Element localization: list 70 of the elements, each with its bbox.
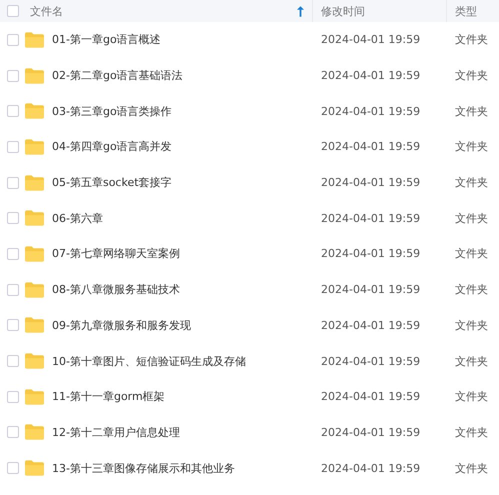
file-type: 文件夹 bbox=[455, 460, 488, 476]
row-checkbox[interactable] bbox=[6, 284, 18, 296]
file-name[interactable]: 13-第十三章图像存储展示和其他业务 bbox=[52, 460, 235, 476]
file-name[interactable]: 10-第十章图片、短信验证码生成及存储 bbox=[52, 354, 246, 369]
row-checkbox[interactable] bbox=[6, 34, 18, 46]
folder-icon bbox=[25, 282, 44, 298]
modified-time: 2024-04-01 19:59 bbox=[321, 426, 420, 439]
file-name[interactable]: 01-第一章go语言概述 bbox=[52, 32, 161, 48]
file-type: 文件夹 bbox=[455, 104, 488, 119]
file-name[interactable]: 11-第十一章gorm框架 bbox=[52, 389, 165, 404]
row-checkbox[interactable] bbox=[6, 70, 18, 82]
file-name[interactable]: 06-第六章 bbox=[52, 210, 103, 226]
file-name[interactable]: 03-第三章go语言类操作 bbox=[52, 104, 172, 119]
modified-time: 2024-04-01 19:59 bbox=[321, 318, 420, 332]
folder-icon bbox=[25, 424, 44, 440]
modified-time: 2024-04-01 19:59 bbox=[321, 212, 420, 225]
file-type: 文件夹 bbox=[455, 175, 488, 190]
file-type: 文件夹 bbox=[455, 32, 488, 48]
file-type: 文件夹 bbox=[455, 246, 488, 262]
modified-time: 2024-04-01 19:59 bbox=[321, 354, 420, 368]
file-type: 文件夹 bbox=[455, 354, 488, 369]
modified-time: 2024-04-01 19:59 bbox=[321, 176, 420, 190]
column-header[interactable]: 类型 bbox=[455, 4, 477, 18]
folder-icon bbox=[25, 353, 44, 370]
column-header[interactable]: 修改时间 bbox=[321, 4, 365, 18]
file-type: 文件夹 bbox=[455, 318, 488, 333]
folder-icon bbox=[25, 174, 44, 191]
modified-time: 2024-04-01 19:59 bbox=[321, 247, 420, 260]
file-type: 文件夹 bbox=[455, 139, 488, 154]
file-name[interactable]: 05-第五章socket套接字 bbox=[52, 175, 172, 190]
file-type: 文件夹 bbox=[455, 424, 488, 440]
row-checkbox[interactable] bbox=[6, 390, 18, 403]
modified-time: 2024-04-01 19:59 bbox=[321, 283, 420, 296]
modified-time: 2024-04-01 19:59 bbox=[321, 33, 420, 46]
file-type: 文件夹 bbox=[455, 389, 488, 404]
modified-time: 2024-04-01 19:59 bbox=[321, 462, 420, 475]
row-checkbox[interactable] bbox=[6, 462, 18, 474]
file-name[interactable]: 04-第四章go语言高并发 bbox=[52, 139, 172, 154]
file-name[interactable]: 09-第九章微服务和服务发现 bbox=[52, 318, 191, 333]
file-name[interactable]: 07-第七章网络聊天室案例 bbox=[52, 246, 180, 262]
column-header[interactable]: 文件名 bbox=[30, 4, 63, 18]
row-checkbox[interactable] bbox=[6, 176, 18, 189]
modified-time: 2024-04-01 19:59 bbox=[321, 390, 420, 404]
folder-icon bbox=[25, 68, 44, 84]
row-checkbox[interactable] bbox=[6, 426, 18, 438]
modified-time: 2024-04-01 19:59 bbox=[321, 69, 420, 82]
row-checkbox[interactable] bbox=[6, 212, 18, 224]
row-checkbox[interactable] bbox=[6, 248, 18, 260]
select-all-checkbox[interactable] bbox=[6, 5, 18, 17]
folder-icon bbox=[25, 460, 44, 476]
file-name[interactable]: 08-第八章微服务基础技术 bbox=[52, 282, 180, 298]
folder-icon bbox=[25, 138, 44, 155]
file-type: 文件夹 bbox=[455, 210, 488, 226]
modified-time: 2024-04-01 19:59 bbox=[321, 140, 420, 154]
row-checkbox[interactable] bbox=[6, 105, 18, 118]
row-checkbox[interactable] bbox=[6, 355, 18, 368]
folder-icon bbox=[25, 388, 44, 405]
folder-icon bbox=[25, 103, 44, 120]
folder-icon bbox=[25, 32, 44, 48]
file-type: 文件夹 bbox=[455, 68, 488, 84]
sort-arrow-icon[interactable] bbox=[297, 6, 304, 16]
row-checkbox[interactable] bbox=[6, 319, 18, 332]
file-name[interactable]: 02-第二章go语言基础语法 bbox=[52, 68, 183, 84]
folder-icon bbox=[25, 246, 44, 262]
row-checkbox[interactable] bbox=[6, 140, 18, 153]
modified-time: 2024-04-01 19:59 bbox=[321, 104, 420, 118]
file-type: 文件夹 bbox=[455, 282, 488, 298]
folder-icon bbox=[25, 210, 44, 226]
folder-icon bbox=[25, 317, 44, 334]
file-name[interactable]: 12-第十二章用户信息处理 bbox=[52, 424, 180, 440]
